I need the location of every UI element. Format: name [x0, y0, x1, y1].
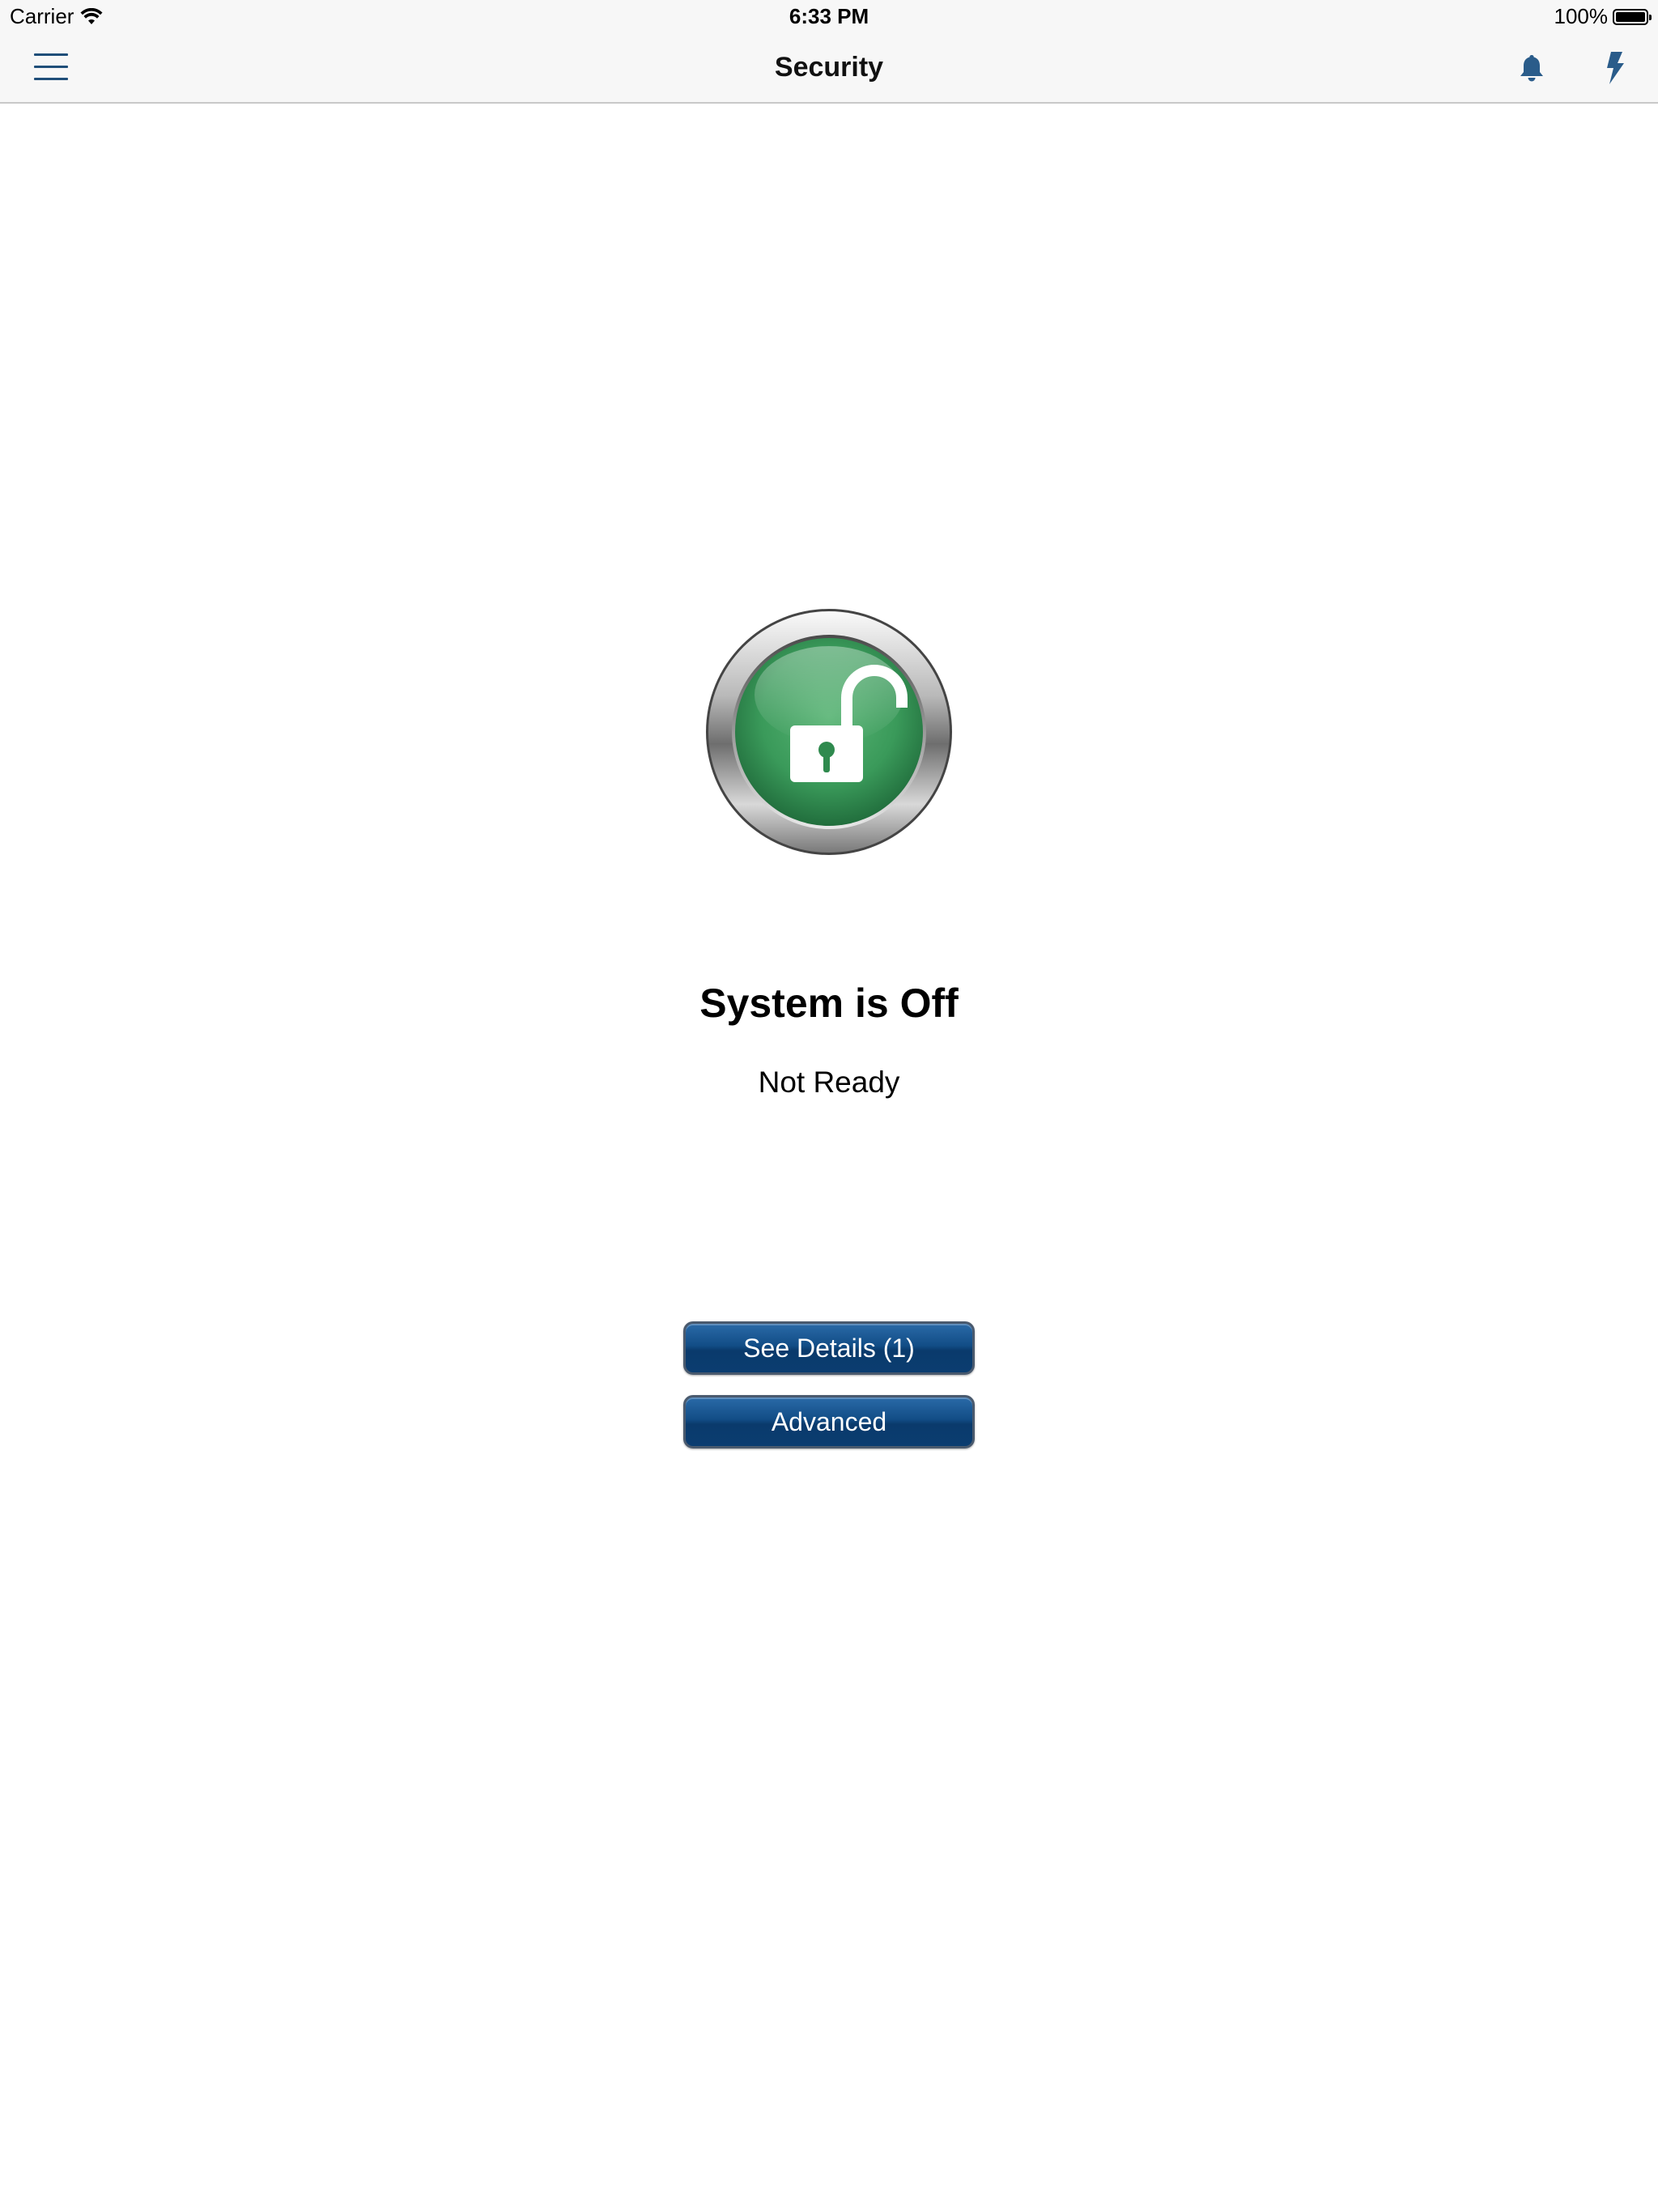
- system-status-title: System is Off: [699, 981, 959, 1026]
- security-screen: Carrier 6:33 PM 100% Security System is …: [0, 0, 1658, 2212]
- see-details-button[interactable]: See Details (1): [683, 1321, 975, 1375]
- advanced-button[interactable]: Advanced: [683, 1395, 975, 1448]
- bolt-icon: [1607, 52, 1624, 84]
- notifications-button[interactable]: [1516, 52, 1548, 84]
- battery-percent: 100%: [1554, 4, 1609, 28]
- status-time: 6:33 PM: [789, 4, 869, 28]
- system-status-subtitle: Not Ready: [758, 1066, 900, 1099]
- arm-disarm-button[interactable]: [704, 607, 954, 857]
- status-bar: Carrier 6:33 PM 100%: [0, 0, 1658, 32]
- navigation-bar: Security: [0, 32, 1658, 104]
- page-title: Security: [774, 52, 884, 83]
- battery-icon: [1613, 8, 1652, 25]
- quick-action-button[interactable]: [1601, 50, 1629, 86]
- status-battery: 100%: [1554, 4, 1652, 29]
- unlocked-padlock-icon: [706, 609, 952, 855]
- bell-icon: [1520, 55, 1543, 82]
